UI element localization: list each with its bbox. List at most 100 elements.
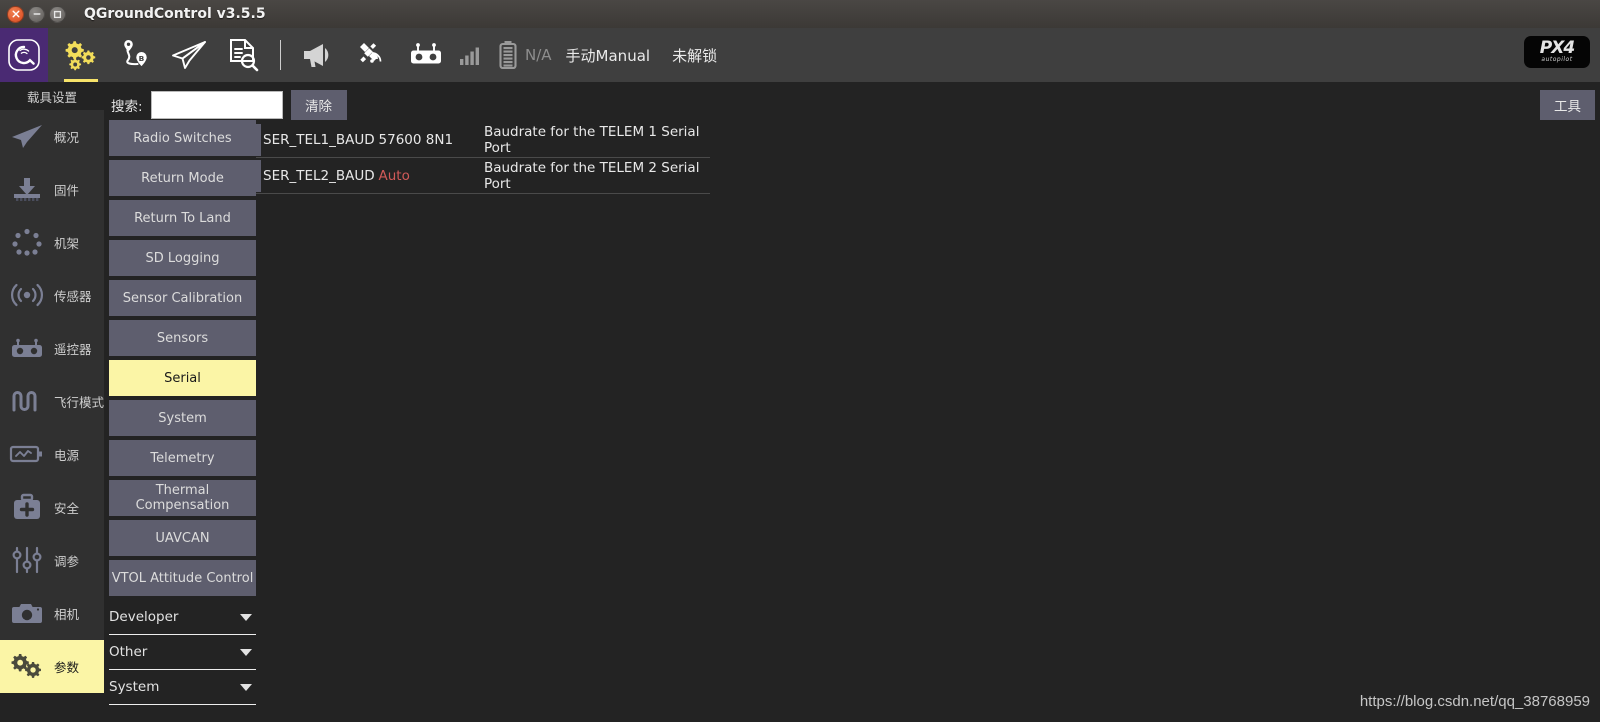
sidebar-item-airframe[interactable]: 机架 xyxy=(0,216,104,269)
sidebar-label-airframe: 机架 xyxy=(54,235,80,251)
search-input[interactable] xyxy=(150,91,283,119)
sidebar-label-flight-modes: 飞行模式 xyxy=(54,394,105,410)
messages-megaphone-icon[interactable] xyxy=(291,28,345,82)
battery-icon xyxy=(499,41,517,70)
group-sensors[interactable]: Sensors xyxy=(109,320,256,356)
minimize-button[interactable] xyxy=(28,5,45,23)
sidebar-item-camera[interactable]: 相机 xyxy=(0,587,104,640)
flight-modes-icon xyxy=(6,384,48,418)
tools-button[interactable]: 工具 xyxy=(1540,90,1595,120)
flight-mode-label: 手动Manual xyxy=(565,46,651,65)
group-return-mode[interactable]: Return Mode xyxy=(109,160,256,196)
rc-controller-icon[interactable] xyxy=(399,28,453,82)
section-label-other: Other xyxy=(109,644,148,660)
group-thermal-compensation[interactable]: Thermal Compensation xyxy=(109,480,256,516)
chevron-down-icon xyxy=(238,612,254,622)
gps-satellite-icon[interactable] xyxy=(345,28,399,82)
param-value[interactable]: Auto xyxy=(379,168,484,184)
sidebar-label-safety: 安全 xyxy=(54,500,80,516)
sidebar-label-power: 电源 xyxy=(54,447,80,463)
section-label-system: System xyxy=(109,679,160,695)
px4-logo-subtext: autopilot xyxy=(1541,55,1573,63)
clear-search-button[interactable]: 清除 xyxy=(290,90,347,120)
group-system[interactable]: System xyxy=(109,400,256,436)
group-return-to-land[interactable]: Return To Land xyxy=(109,200,256,236)
safety-kit-icon xyxy=(6,490,48,524)
settings-gears-icon[interactable] xyxy=(54,28,108,82)
section-label-developer: Developer xyxy=(109,609,179,625)
sidebar-item-safety[interactable]: 安全 xyxy=(0,481,104,534)
sidebar-label-parameters: 参数 xyxy=(54,659,80,675)
sidebar-item-summary[interactable]: 概况 xyxy=(0,110,104,163)
table-row[interactable]: SER_TEL1_BAUD 57600 8N1 Baudrate for the… xyxy=(256,122,710,158)
arm-state-label: 未解锁 xyxy=(672,46,718,65)
plan-route-icon[interactable]: B xyxy=(108,28,162,82)
parameter-table: SER_TEL1_BAUD 57600 8N1 Baudrate for the… xyxy=(256,122,1600,722)
chevron-down-icon xyxy=(238,682,254,692)
fly-paper-plane-icon[interactable] xyxy=(162,28,216,82)
sidebar-item-sensors[interactable]: 传感器 xyxy=(0,269,104,322)
sidebar-item-parameters[interactable]: 参数 xyxy=(0,640,104,693)
window-titlebar: QGroundControl v3.5.5 xyxy=(0,0,1600,28)
sidebar-item-power[interactable]: 电源 xyxy=(0,428,104,481)
sidebar-label-firmware: 固件 xyxy=(54,182,80,198)
analyze-document-icon[interactable] xyxy=(216,28,270,82)
group-serial[interactable]: Serial xyxy=(109,360,256,396)
firmware-download-icon xyxy=(6,172,48,206)
qgc-logo[interactable] xyxy=(0,28,48,82)
row-marker xyxy=(256,124,261,156)
group-vtol-attitude-control[interactable]: VTOL Attitude Control xyxy=(109,560,256,596)
chevron-down-icon xyxy=(238,647,254,657)
flight-mode-indicator[interactable]: 手动Manual xyxy=(566,28,651,82)
search-label: 搜索: xyxy=(111,99,143,115)
sidebar-label-summary: 概况 xyxy=(54,129,80,145)
window-title: QGroundControl v3.5.5 xyxy=(84,6,266,22)
param-name: SER_TEL2_BAUD xyxy=(263,167,375,184)
airframe-dots-icon xyxy=(6,225,48,259)
sidebar-item-firmware[interactable]: 固件 xyxy=(0,163,104,216)
window-controls xyxy=(0,5,66,23)
maximize-button[interactable] xyxy=(49,5,66,23)
power-battery-icon xyxy=(6,437,48,471)
sidebar-item-tuning[interactable]: 调参 xyxy=(0,534,104,587)
sidebar-label-radio: 遥控器 xyxy=(54,341,92,357)
tuning-sliders-icon xyxy=(6,543,48,577)
sidebar-label-tuning: 调参 xyxy=(54,553,80,569)
section-other[interactable]: Other xyxy=(109,635,256,670)
sidebar-label-sensors: 传感器 xyxy=(54,288,92,304)
toolbar-divider xyxy=(280,40,281,70)
vehicle-setup-sidebar: 载具设置 概况 固件 机架 传感器 遥控器 飞行模式 电源 安全 调参 相机 参… xyxy=(0,82,104,722)
radio-controller-icon xyxy=(6,331,48,365)
param-description: Baudrate for the TELEM 2 Serial Port xyxy=(483,159,700,192)
table-row[interactable]: SER_TEL2_BAUD Auto Baudrate for the TELE… xyxy=(256,158,710,194)
signal-strength-icon[interactable] xyxy=(453,28,487,82)
arm-state-indicator[interactable]: 未解锁 xyxy=(672,28,717,82)
battery-status[interactable]: N/A xyxy=(499,28,552,82)
main-toolbar: B N/A 手动Manual 未解锁 PX4 autopilot xyxy=(0,28,1600,82)
group-sd-logging[interactable]: SD Logging xyxy=(109,240,256,276)
sidebar-label-camera: 相机 xyxy=(54,606,80,622)
camera-icon xyxy=(6,596,48,630)
watermark: https://blog.csdn.net/qq_38768959 xyxy=(1359,693,1590,710)
parameter-group-list: Radio Switches Return Mode Return To Lan… xyxy=(109,120,256,722)
row-marker xyxy=(256,160,261,192)
group-radio-switches[interactable]: Radio Switches xyxy=(109,120,256,156)
group-telemetry[interactable]: Telemetry xyxy=(109,440,256,476)
param-value[interactable]: 57600 8N1 xyxy=(379,132,484,148)
section-system[interactable]: System xyxy=(109,670,256,705)
sensors-waves-icon xyxy=(6,278,48,312)
group-uavcan[interactable]: UAVCAN xyxy=(109,520,256,556)
section-developer[interactable]: Developer xyxy=(109,600,256,635)
battery-value: N/A xyxy=(525,46,552,64)
summary-plane-icon xyxy=(6,119,48,153)
param-name: SER_TEL1_BAUD xyxy=(263,131,375,148)
svg-text:B: B xyxy=(139,54,145,63)
sidebar-item-flight-modes[interactable]: 飞行模式 xyxy=(0,375,104,428)
sidebar-item-radio[interactable]: 遥控器 xyxy=(0,322,104,375)
group-sensor-calibration[interactable]: Sensor Calibration xyxy=(109,280,256,316)
parameters-gears-icon xyxy=(6,649,48,683)
param-description: Baudrate for the TELEM 1 Serial Port xyxy=(483,123,700,156)
sidebar-title: 载具设置 xyxy=(26,89,77,105)
close-button[interactable] xyxy=(7,5,24,23)
px4-logo-text: PX4 xyxy=(1539,37,1575,58)
